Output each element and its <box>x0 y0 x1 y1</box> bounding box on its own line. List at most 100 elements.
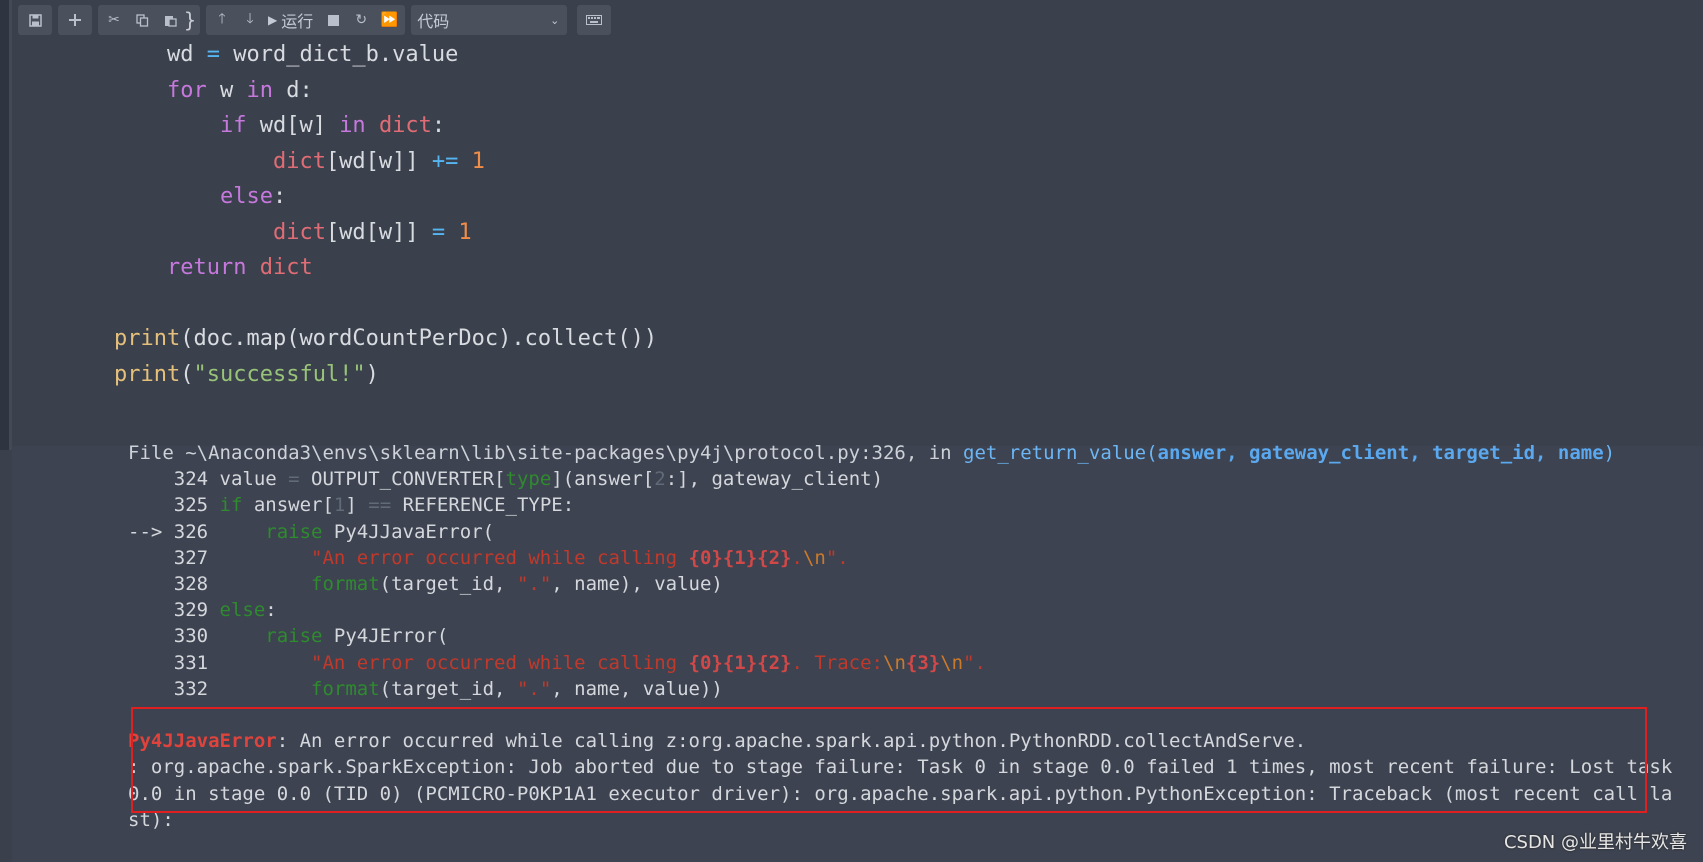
move-up-button[interactable]: 🡑 <box>208 5 236 35</box>
traceback-token: raise <box>265 520 323 543</box>
traceback-token: else <box>219 599 266 622</box>
traceback-token: format <box>311 677 380 700</box>
paste-button[interactable] <box>156 5 184 35</box>
code-token: if <box>219 113 247 138</box>
traceback-token: 332 <box>128 677 312 700</box>
traceback-line: 324 value = OUTPUT_CONVERTER[type](answe… <box>128 466 883 492</box>
traceback-token: 2 <box>654 468 666 491</box>
arrow-down-icon: 🡓 <box>246 11 254 27</box>
move-down-button[interactable]: 🡓 <box>236 5 264 35</box>
save-button[interactable] <box>20 5 50 35</box>
traceback-token: Py4JJavaError <box>128 730 277 753</box>
traceback-token: = <box>288 468 300 491</box>
code-token: = <box>206 42 220 67</box>
insert-cell-button[interactable] <box>60 5 90 35</box>
cell-selection-marker[interactable] <box>0 0 12 450</box>
fast-forward-icon: ⏩ <box>380 12 399 28</box>
traceback-line: 329 else: <box>128 597 277 623</box>
stop-icon <box>327 14 339 26</box>
code-token: dict <box>272 148 326 174</box>
code-line[interactable]: print(doc.map(wordCountPerDoc).collect()… <box>114 324 657 354</box>
code-token: [wd[w]] <box>325 148 432 174</box>
traceback-line: st): <box>128 807 174 833</box>
code-line[interactable]: dict[wd[w]] = 1 <box>114 218 472 248</box>
traceback-token: ". <box>963 651 986 674</box>
traceback-token: 325 <box>128 494 220 517</box>
paste-icon <box>164 15 177 27</box>
traceback-token: \n <box>883 651 906 674</box>
traceback-token: \n <box>940 651 964 674</box>
code-token: dict <box>272 219 326 245</box>
traceback-line: 328 format(target_id, ".", name), value) <box>128 571 723 597</box>
cut-button[interactable]: ✂ <box>100 5 128 35</box>
restart-run-all-button[interactable]: ⏩ <box>375 5 403 35</box>
code-token: print <box>114 361 181 387</box>
traceback-token: \n <box>802 546 826 569</box>
code-token: [wd[w]] <box>325 219 432 245</box>
code-line[interactable]: return dict <box>114 253 313 283</box>
code-line[interactable]: print("successful!") <box>114 360 379 390</box>
save-icon <box>28 13 42 27</box>
traceback-token: == <box>368 494 392 517</box>
code-token: wd <box>114 42 207 67</box>
run-button-label: 运行 <box>281 12 314 31</box>
traceback-token: "An error occurred while calling <box>311 546 689 569</box>
scissors-icon: ✂ <box>108 12 120 28</box>
command-palette-button[interactable] <box>577 5 612 35</box>
interrupt-button[interactable] <box>319 5 347 35</box>
traceback-token: answer[ <box>242 494 334 517</box>
code-line[interactable]: else: <box>114 182 286 212</box>
code-cell-editor[interactable]: wd = word_dict_b.value for w in d: if wd… <box>12 0 1703 446</box>
traceback-token: (target_id, <box>379 573 517 595</box>
traceback-token: . <box>791 546 803 569</box>
code-line[interactable]: dict[wd[w]] += 1 <box>114 147 485 177</box>
traceback-token: 324 <box>128 468 220 491</box>
run-button[interactable]: ▶ 运行 <box>264 5 319 35</box>
traceback-token: if <box>219 494 243 517</box>
code-token: dict <box>259 255 313 280</box>
notebook-toolbar: ✂ } 🡑 🡓 ▶ 运行 ↻ ⏩ 代码 ⌄ <box>18 4 612 36</box>
cell-type-value: 代码 <box>417 12 450 31</box>
traceback-token: , name, value)) <box>551 677 723 700</box>
code-token: return <box>166 255 247 280</box>
traceback-token: 328 <box>128 573 312 595</box>
code-token: 1 <box>458 219 472 245</box>
keyboard-icon <box>586 15 603 25</box>
traceback-line: Py4JJavaError: An error occurred while c… <box>128 728 1306 754</box>
code-token: w <box>206 77 247 103</box>
traceback-token: : org.apache.spark.SparkException: Job a… <box>128 756 1673 779</box>
traceback-token: 0.0 in stage 0.0 (TID 0) (PCMICRO-P0KP1A… <box>128 782 1673 805</box>
code-token: in <box>339 113 366 138</box>
traceback-token: "." <box>516 677 552 700</box>
code-token: += <box>431 148 459 174</box>
traceback-token: 329 <box>128 599 220 622</box>
traceback-token: st): <box>128 808 174 831</box>
code-token: (doc.map(wordCountPerDoc).collect()) <box>180 326 658 351</box>
traceback-token: : <box>265 599 277 622</box>
play-icon: ▶ <box>268 13 278 27</box>
traceback-line: 325 if answer[1] == REFERENCE_TYPE: <box>128 492 574 518</box>
code-line[interactable]: for w in d: <box>114 76 313 106</box>
traceback-token: OUTPUT_CONVERTER[ <box>299 468 506 491</box>
copy-button[interactable] <box>128 5 156 35</box>
code-line[interactable]: if wd[w] in dict: <box>114 111 445 141</box>
traceback-token: 331 <box>128 651 312 674</box>
code-token: word_dict_b.value <box>219 42 459 67</box>
traceback-token: ](answer[ <box>551 468 655 491</box>
code-token: in <box>246 77 273 103</box>
traceback-token: Py4JError( <box>322 625 449 648</box>
traceback-token: File ~\Anaconda3\envs\sklearn\lib\site-p… <box>128 442 964 464</box>
traceback-token: {3} <box>905 651 941 674</box>
code-token: else <box>219 184 273 209</box>
code-token: print <box>114 326 181 351</box>
restart-icon: ↻ <box>355 12 368 28</box>
arrow-up-icon: 🡑 <box>218 11 226 27</box>
cell-type-select[interactable]: 代码 ⌄ <box>411 5 568 35</box>
traceback-token: Py4JJavaError( <box>322 520 495 543</box>
code-line[interactable]: wd = word_dict_b.value <box>114 40 458 70</box>
restart-button[interactable]: ↻ <box>347 5 375 35</box>
